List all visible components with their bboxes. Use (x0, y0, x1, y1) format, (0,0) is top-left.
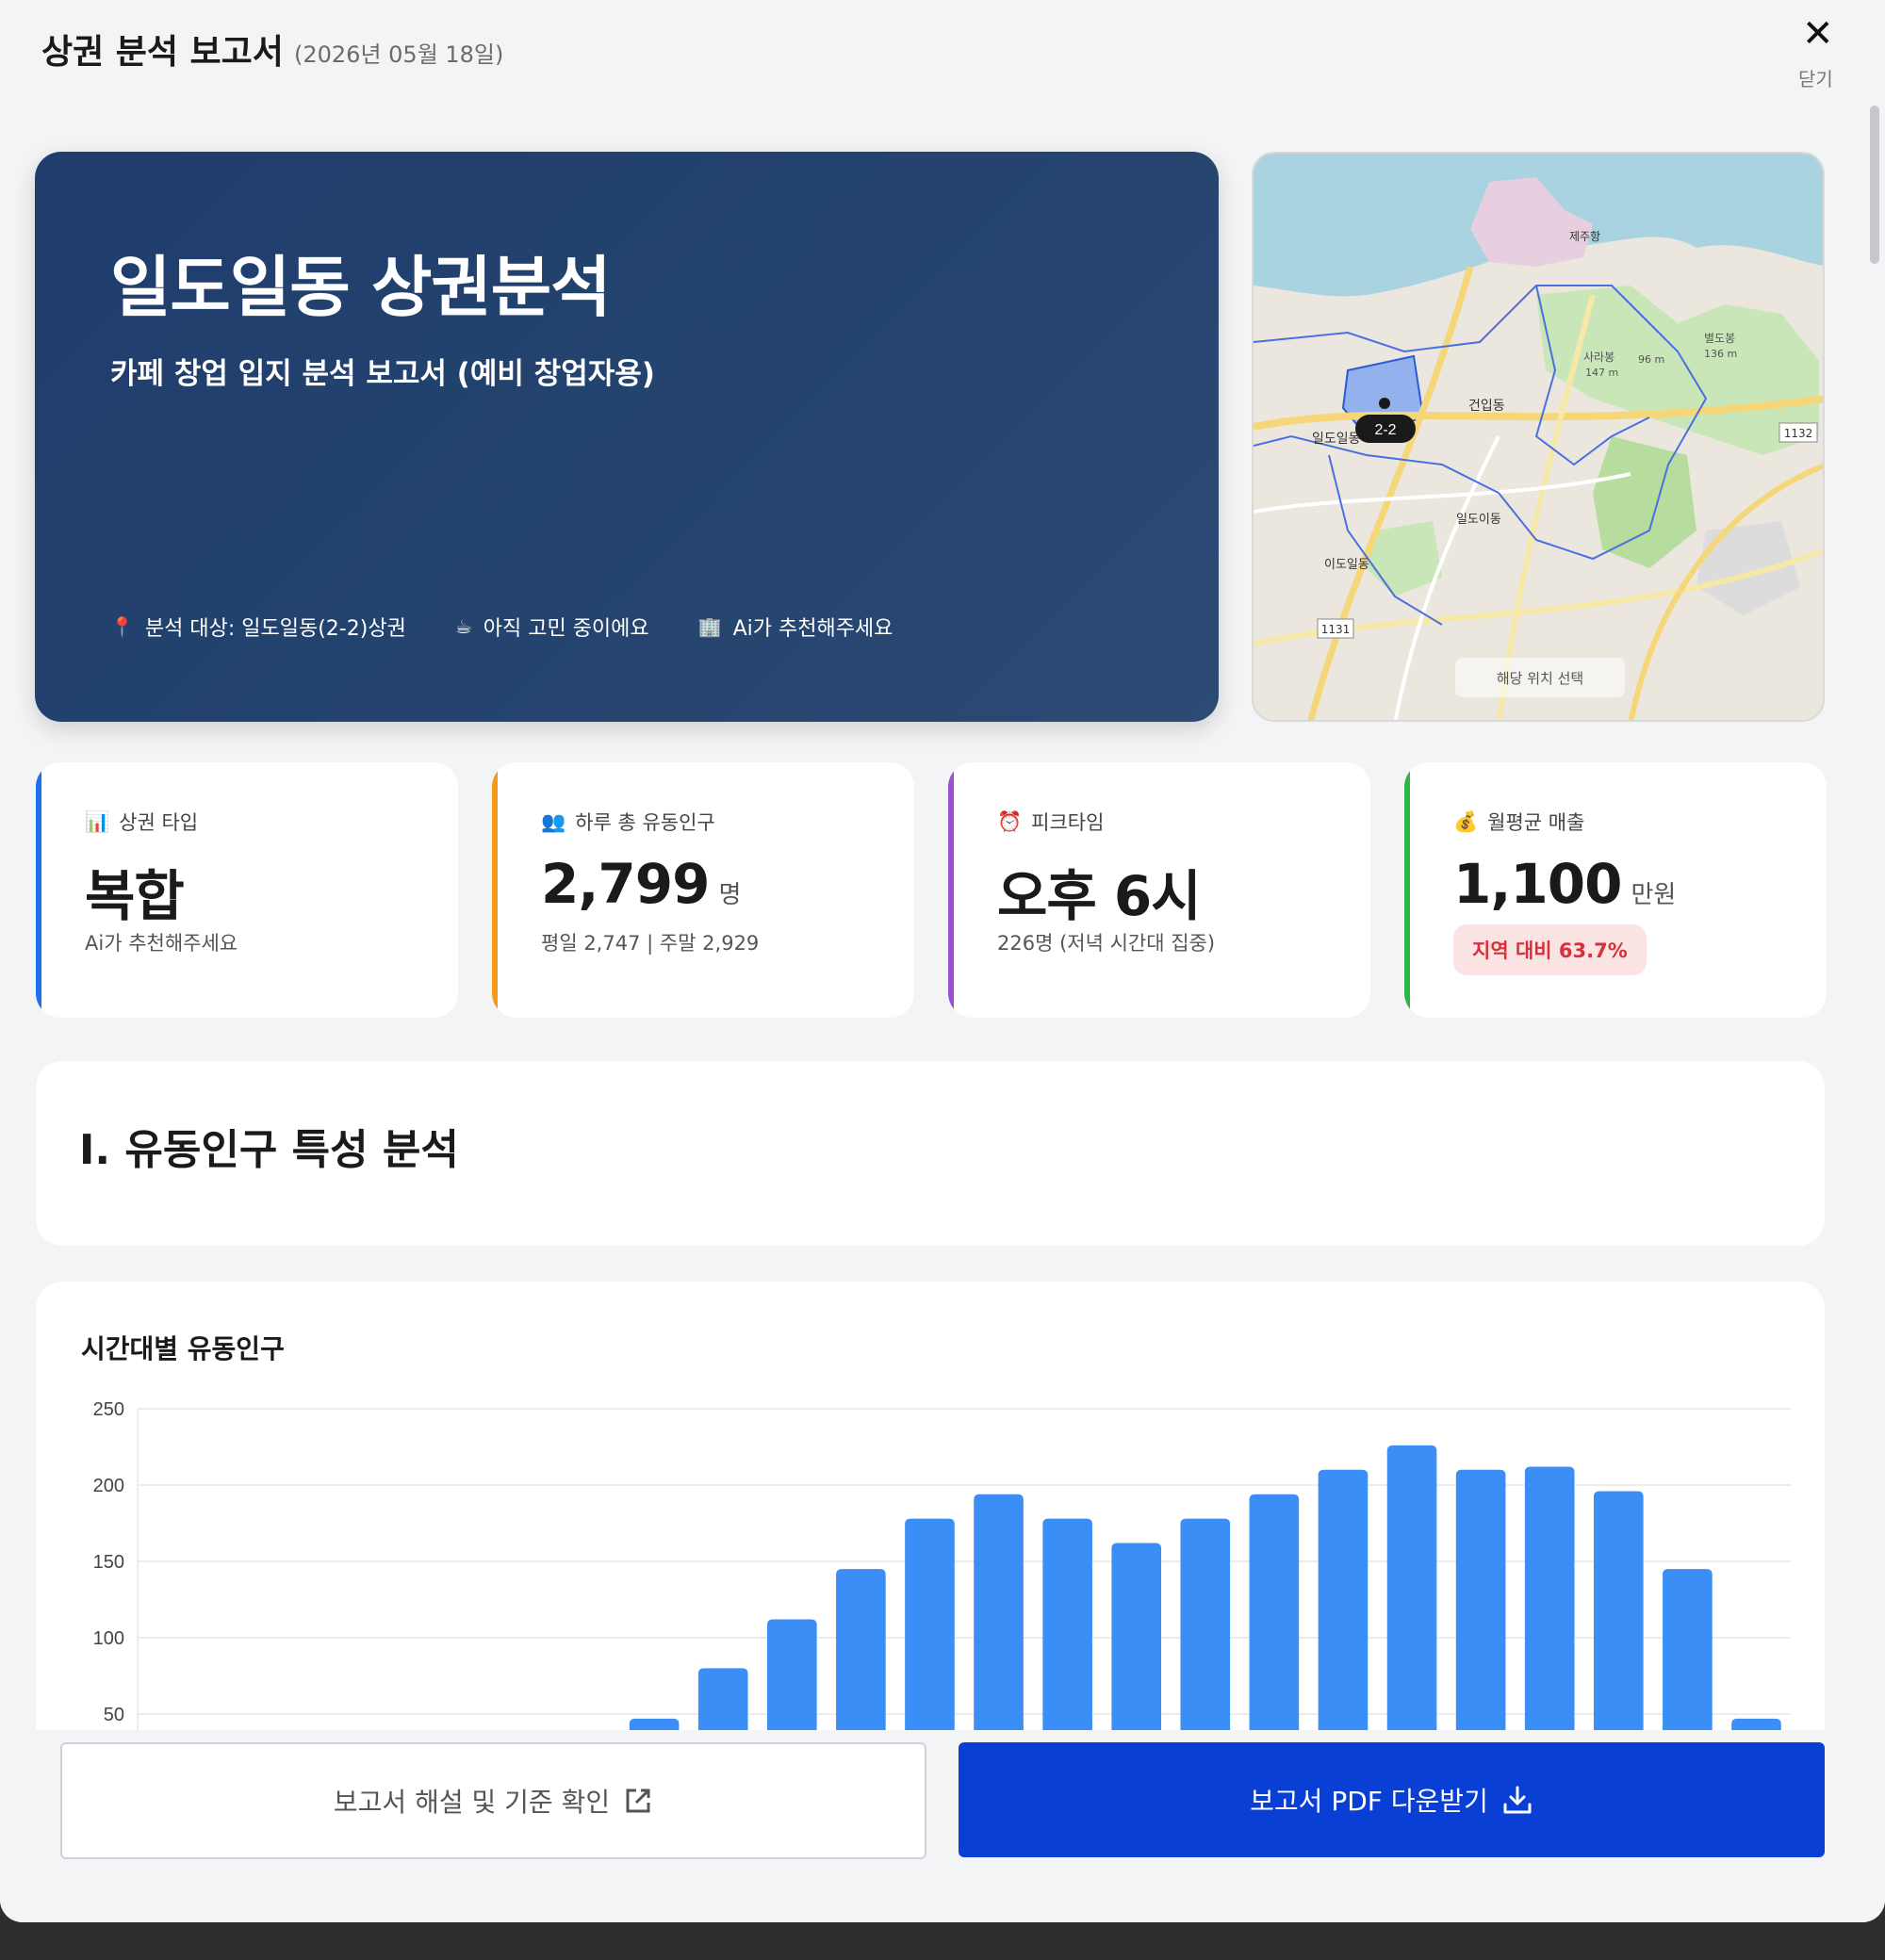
kpi-sub: 평일 2,747 | 주말 2,929 (541, 932, 760, 955)
map-road-number: 1132 (1784, 427, 1813, 440)
kpi-value: 2,799 (541, 852, 710, 916)
kpi-card-area-type: 📊 상권 타입 복합 Ai가 추천해주세요 (36, 762, 458, 1018)
kpi-value: 1,100 (1453, 852, 1622, 916)
download-pdf-label: 보고서 PDF 다운받기 (1250, 1786, 1488, 1817)
bottom-action-bar: 보고서 해설 및 기준 확인 보고서 PDF 다운받기 (0, 1730, 1885, 1922)
hero-title: 일도일동 상권분석 (110, 249, 612, 326)
hero-tag-label: 아직 고민 중이에요 (483, 617, 649, 641)
report-guide-label: 보고서 해설 및 기준 확인 (333, 1787, 611, 1818)
report-date: (2026년 05월 18일) (294, 41, 504, 68)
hero-tag-business: ☕ 아직 고민 중이에요 (455, 612, 649, 642)
scrollbar-thumb[interactable] (1870, 106, 1879, 264)
kpi-header: 👥 하루 총 유동인구 (541, 808, 715, 836)
external-link-icon (623, 1786, 653, 1816)
kpi-sub: 226명 (저녁 시간대 집중) (997, 932, 1216, 955)
chart-y-tick-label: 250 (93, 1399, 124, 1420)
map-label: 사라봉 (1583, 351, 1615, 364)
map-label: 147 m (1585, 367, 1618, 379)
kpi-card-peak-time: ⏰ 피크타임 오후 6시 226명 (저녁 시간대 집중) (948, 762, 1370, 1018)
modal-header: 상권 분석 보고서 (2026년 05월 18일) ✕ 닫기 (0, 0, 1885, 100)
kpi-label: 월평균 매출 (1487, 811, 1585, 834)
kpi-header: 💰 월평균 매출 (1453, 808, 1584, 836)
kpi-accent-bar (36, 762, 41, 1018)
kpi-header: ⏰ 피크타임 (997, 808, 1104, 836)
chart-y-tick-label: 150 (93, 1552, 124, 1573)
scrollbar[interactable] (1868, 104, 1881, 1724)
map-label: 별도봉 (1704, 332, 1735, 345)
pin-icon: 📍 (110, 615, 134, 638)
kpi-label: 하루 총 유동인구 (575, 811, 715, 834)
alarm-icon: ⏰ (997, 809, 1023, 833)
download-icon (1501, 1784, 1533, 1816)
close-label: 닫기 (1798, 68, 1833, 90)
hero-banner: 일도일동 상권분석 카페 창업 입지 분석 보고서 (예비 창업자용) 📍 분석… (35, 152, 1219, 722)
kpi-unit: 만원 (1631, 881, 1677, 909)
report-modal: 일도일동 상권분석 카페 창업 입지 분석 보고서 (예비 창업자용) 📍 분석… (0, 0, 1885, 1922)
chart-y-tick-label: 200 (93, 1476, 124, 1496)
chart-y-tick-label: 100 (93, 1628, 124, 1649)
report-guide-button[interactable]: 보고서 해설 및 기준 확인 (60, 1742, 926, 1859)
kpi-card-floating-population: 👥 하루 총 유동인구 2,799 명 평일 2,747 | 주말 2,929 (492, 762, 914, 1018)
chart-icon: 📊 (85, 809, 110, 833)
people-icon: 👥 (541, 809, 566, 833)
download-pdf-button[interactable]: 보고서 PDF 다운받기 (959, 1742, 1825, 1857)
close-icon[interactable]: ✕ (1802, 13, 1834, 55)
kpi-sub: Ai가 추천해주세요 (85, 932, 238, 955)
map-canvas[interactable]: 2-2 제주항 건입동 일도일동 일도이동 이도일동 사라봉 별도봉 147 m… (1254, 154, 1825, 722)
kpi-unit: 명 (718, 881, 742, 909)
hero-tag-target: 📍 분석 대상: 일도일동(2-2)상권 (110, 612, 406, 642)
map-label: 이도일동 (1324, 558, 1369, 572)
kpi-value-row: 복합 (85, 852, 185, 931)
kpi-value-row: 2,799 명 (541, 852, 741, 916)
kpi-label: 피크타임 (1031, 811, 1105, 834)
kpi-value: 복합 (85, 864, 185, 928)
area-map[interactable]: 2-2 제주항 건입동 일도일동 일도이동 이도일동 사라봉 별도봉 147 m… (1252, 152, 1825, 722)
kpi-value-row: 1,100 만원 (1453, 852, 1676, 916)
chart-y-tick-label: 50 (104, 1705, 124, 1725)
hero-subtitle: 카페 창업 입지 분석 보고서 (예비 창업자용) (110, 357, 655, 391)
map-label: 136 m (1704, 348, 1737, 360)
kpi-value-row: 오후 6시 (997, 852, 1202, 931)
map-marker-label: 2-2 (1374, 422, 1396, 438)
kpi-card-monthly-sales: 💰 월평균 매출 1,100 만원 지역 대비 63.7% (1404, 762, 1827, 1018)
building-icon: 🏢 (697, 615, 722, 638)
hero-tag-type: 🏢 Ai가 추천해주세요 (698, 612, 893, 642)
kpi-value: 오후 6시 (997, 864, 1202, 928)
coffee-icon: ☕ (454, 615, 472, 638)
map-label: 96 m (1638, 353, 1664, 366)
money-bag-icon: 💰 (1453, 809, 1479, 833)
map-road-number: 1131 (1321, 623, 1351, 636)
hero-tags: 📍 분석 대상: 일도일동(2-2)상권 ☕ 아직 고민 중이에요 🏢 Ai가 … (110, 612, 893, 642)
map-label: 일도이동 (1456, 513, 1501, 527)
kpi-accent-bar (492, 762, 498, 1018)
section-header-card: I. 유동인구 특성 분석 (36, 1061, 1825, 1246)
kpi-label: 상권 타입 (119, 811, 199, 834)
select-location-button[interactable]: 해당 위치 선택 (1497, 670, 1583, 687)
close-button[interactable]: ✕ 닫기 (1791, 13, 1840, 90)
kpi-header: 📊 상권 타입 (85, 808, 198, 836)
report-title: 상권 분석 보고서 (41, 33, 284, 72)
map-label: 제주항 (1569, 230, 1600, 243)
hero-tag-label: Ai가 추천해주세요 (732, 617, 893, 641)
hero-tag-label: 분석 대상: 일도일동(2-2)상권 (144, 617, 406, 641)
map-label: 건입동 (1468, 399, 1505, 414)
kpi-accent-bar (1404, 762, 1410, 1018)
kpi-comparison-badge: 지역 대비 63.7% (1453, 924, 1647, 975)
map-label: 일도일동 (1312, 432, 1361, 447)
section-title: I. 유동인구 특성 분석 (79, 1126, 459, 1174)
kpi-accent-bar (948, 762, 954, 1018)
